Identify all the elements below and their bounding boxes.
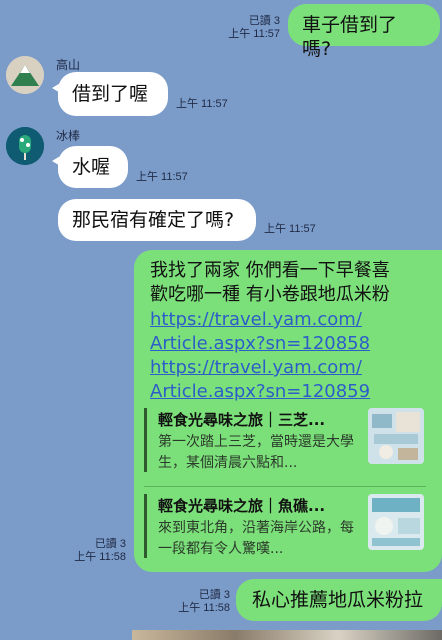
- message-bubble-received[interactable]: 那民宿有確定了嗎?: [58, 199, 256, 241]
- preview-accent-bar: [144, 408, 147, 472]
- timestamp: 上午 11:57: [176, 98, 228, 110]
- message-bubble-received[interactable]: 水喔: [58, 146, 128, 188]
- preview-divider: [144, 486, 426, 487]
- timestamp: 上午 11:57: [136, 171, 188, 183]
- preview-title: 輕食光尋味之旅｜魚礁...: [158, 497, 326, 515]
- timestamp: 上午 11:58: [74, 551, 126, 563]
- read-receipt: 已讀 3 上午 11:57: [228, 15, 280, 41]
- message-text: 我找了兩家 你們看一下早餐喜 歡吃哪一種 有小卷跟地瓜米粉 https://tr…: [150, 259, 440, 404]
- read-count: 已讀 3: [198, 589, 230, 601]
- link-preview-card[interactable]: 輕食光尋味之旅｜三芝... 第一次踏上三芝，當時還是大學生，某個清晨六點和...: [144, 404, 424, 478]
- message-bubble-sent[interactable]: 我找了兩家 你們看一下早餐喜 歡吃哪一種 有小卷跟地瓜米粉 https://tr…: [134, 250, 442, 572]
- timestamp: 上午 11:57: [264, 223, 316, 235]
- url-text: Article.aspx?sn=120859: [150, 381, 371, 402]
- message-text: 借到了喔: [72, 83, 149, 105]
- image-message-partial[interactable]: [132, 630, 442, 640]
- read-receipt: 已讀 3 上午 11:58: [178, 589, 230, 615]
- message-text-line: 歡吃哪一種 有小卷跟地瓜米粉: [150, 284, 390, 305]
- read-count: 已讀 3: [248, 15, 280, 27]
- message-bubble-sent[interactable]: 車子借到了嗎?: [288, 4, 440, 60]
- message-text-line: 我找了兩家 你們看一下早餐喜: [150, 260, 390, 281]
- preview-title: 輕食光尋味之旅｜三芝...: [158, 411, 326, 429]
- timestamp: 上午 11:57: [228, 28, 280, 40]
- url-text: https://travel.yam.com/: [150, 357, 362, 378]
- preview-thumbnail: [368, 494, 424, 550]
- sender-name: 高山: [56, 58, 81, 72]
- message-text: 車子借到了嗎?: [302, 14, 398, 60]
- preview-accent-bar: [144, 494, 147, 558]
- avatar-popsicle-icon[interactable]: [6, 127, 44, 165]
- message-text: 水喔: [72, 156, 111, 178]
- read-receipt: 已讀 3 上午 11:58: [74, 538, 126, 564]
- link-preview-card[interactable]: 輕食光尋味之旅｜魚礁... 來到東北角，沿著海岸公路，每一段都有令人驚嘆...: [144, 490, 424, 564]
- message-bubble-sent[interactable]: 私心推薦地瓜米粉拉: [236, 579, 442, 621]
- read-count: 已讀 3: [94, 538, 126, 550]
- preview-description: 來到東北角，沿著海岸公路，每一段都有令人驚嘆...: [158, 520, 354, 557]
- url-text: Article.aspx?sn=120858: [150, 333, 371, 354]
- preview-thumbnail: [368, 408, 424, 464]
- message-text: 私心推薦地瓜米粉拉: [252, 589, 424, 611]
- url-link[interactable]: https://travel.yam.com/ Article.aspx?sn=…: [150, 308, 440, 356]
- message-text: 那民宿有確定了嗎?: [72, 209, 235, 231]
- avatar-mountain-icon[interactable]: [6, 56, 44, 94]
- sender-name: 冰棒: [56, 129, 81, 143]
- preview-description: 第一次踏上三芝，當時還是大學生，某個清晨六點和...: [158, 434, 354, 471]
- url-text: https://travel.yam.com/: [150, 309, 362, 330]
- timestamp: 上午 11:58: [178, 602, 230, 614]
- url-link[interactable]: https://travel.yam.com/ Article.aspx?sn=…: [150, 356, 440, 404]
- message-bubble-received[interactable]: 借到了喔: [58, 72, 168, 116]
